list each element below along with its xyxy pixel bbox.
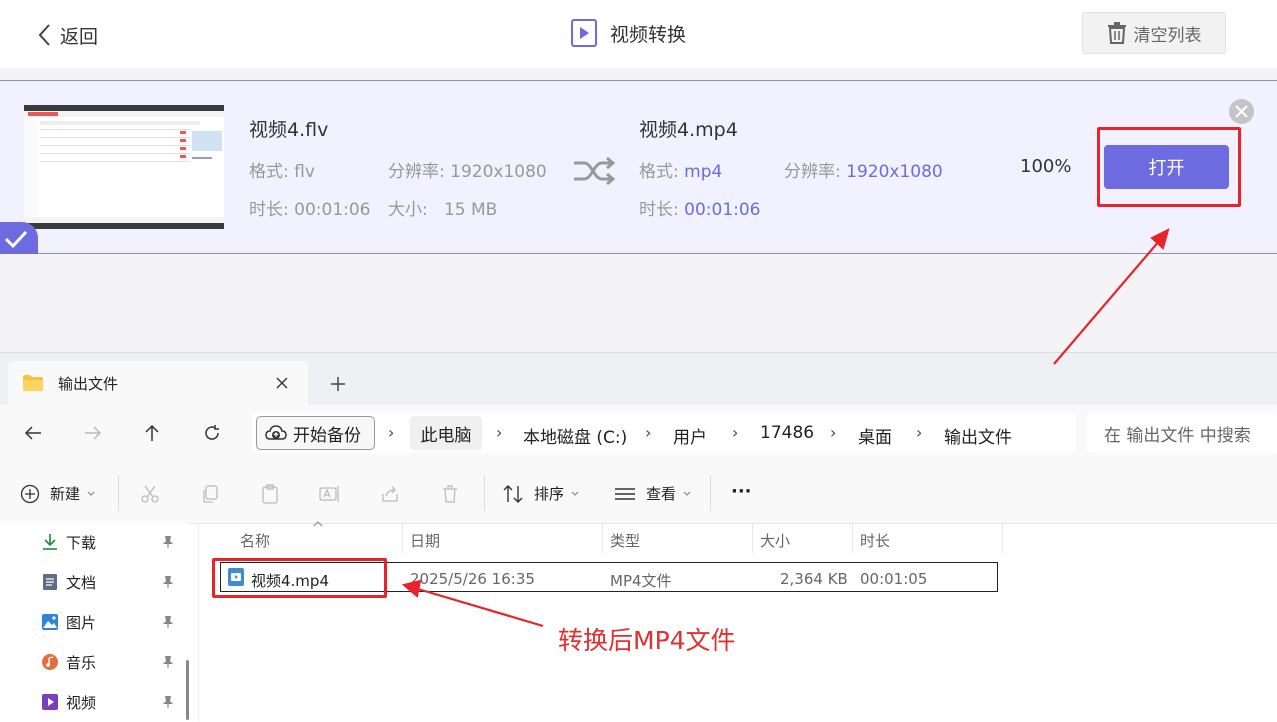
annotation-label: 转换后MP4文件 xyxy=(558,626,736,655)
annotation-arrows xyxy=(401,228,1170,628)
